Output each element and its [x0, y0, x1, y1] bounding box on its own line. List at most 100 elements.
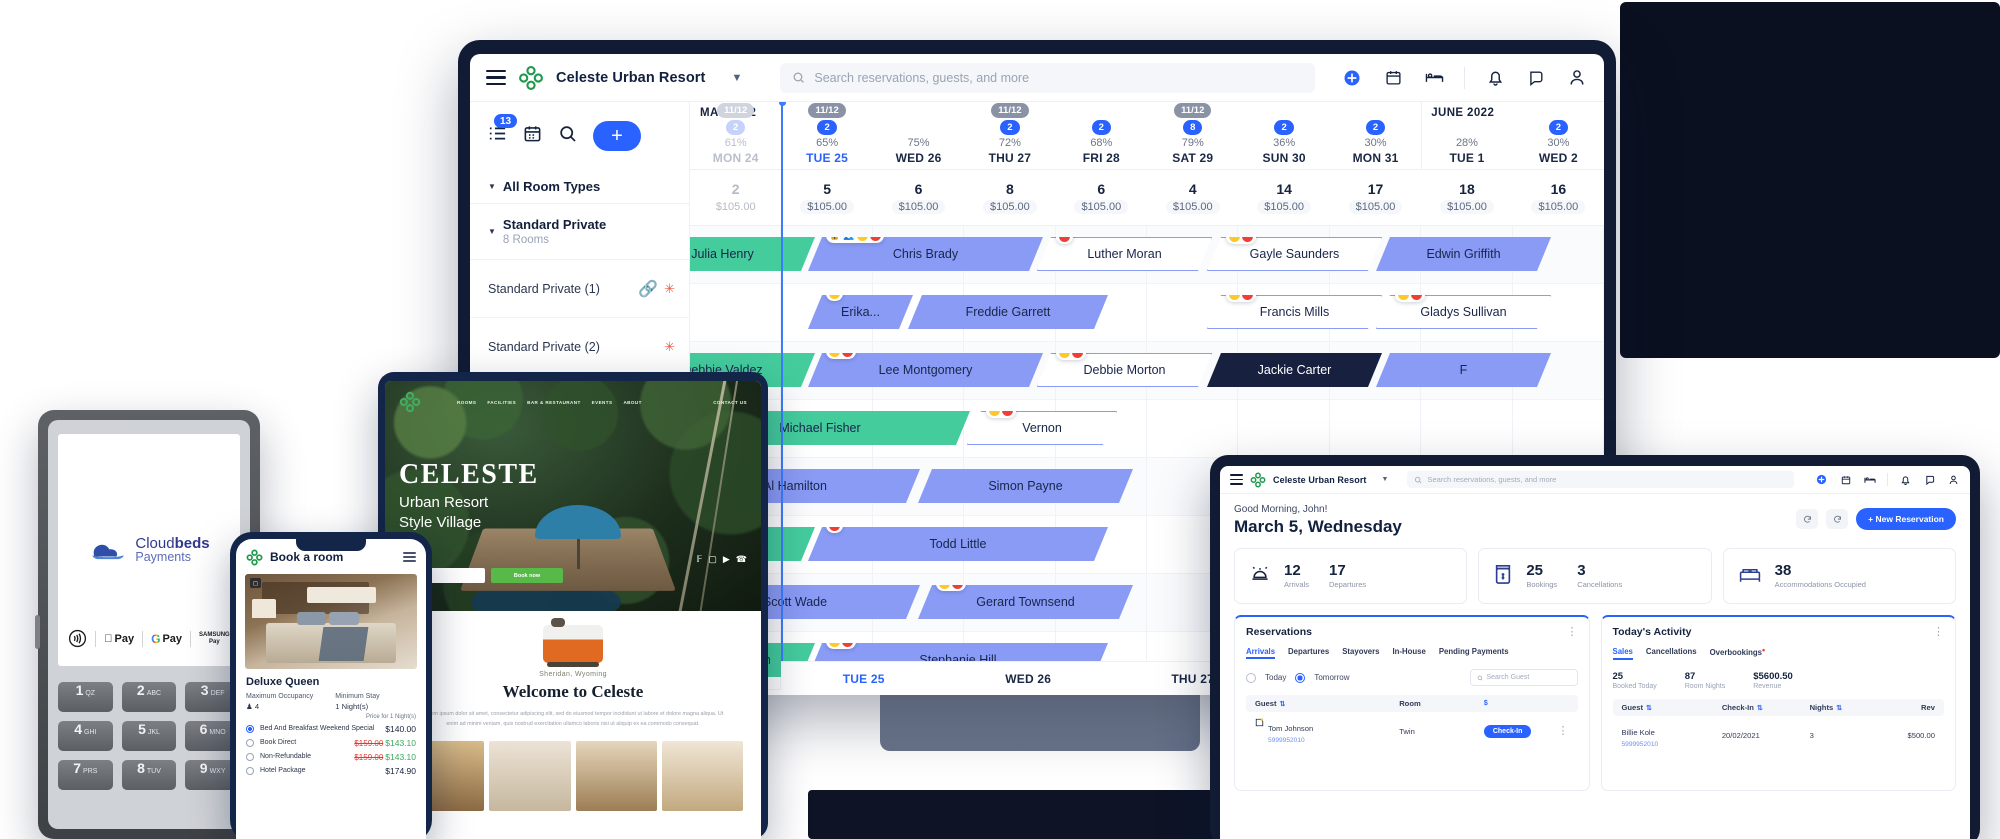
chevron-down-icon[interactable]: ▼	[731, 72, 742, 84]
reservation-bar[interactable]: Debbie Morton	[1037, 353, 1212, 387]
bed-icon[interactable]	[1863, 473, 1876, 486]
stat-card[interactable]: 38 Accommodations Occupied	[1722, 548, 1956, 604]
column-nights[interactable]: Nights ⇅	[1810, 703, 1879, 712]
calendar-icon[interactable]	[1839, 473, 1852, 486]
facebook-icon[interactable]: 𝔽	[696, 554, 702, 565]
availability-cell[interactable]: 2 $105.00	[690, 170, 781, 225]
availability-cell[interactable]: 4 $105.00	[1147, 170, 1238, 225]
date-cell[interactable]: 2 30% WED 2	[1513, 102, 1604, 169]
reservation-bar[interactable]: Jackie Carter	[1207, 353, 1382, 387]
instagram-icon[interactable]: ▢	[708, 554, 717, 565]
column-amount[interactable]: $	[1484, 700, 1569, 707]
sync-icon-button[interactable]	[1826, 509, 1849, 529]
reservation-bar[interactable]: Gayle Saunders	[1207, 237, 1382, 271]
nav-link[interactable]: EVENTS	[592, 400, 613, 405]
date-cell[interactable]: 2 68% FRI 28	[1056, 102, 1147, 169]
user-avatar-icon[interactable]	[1566, 67, 1588, 89]
date-cell[interactable]: 11/12 2 61% MON 24	[690, 102, 781, 169]
reservation-bar[interactable]: Edwin Griffith	[1376, 237, 1551, 271]
tab-in-house[interactable]: In-House	[1393, 647, 1426, 659]
tab-overbookings[interactable]: Overbookings•	[1710, 645, 1766, 660]
stat-card[interactable]: 25 Bookings 3 Cancellations	[1478, 548, 1712, 604]
reservation-bar[interactable]: Todd Little	[808, 527, 1108, 561]
kebab-menu-icon[interactable]: ⋮	[1567, 627, 1578, 638]
bed-icon[interactable]	[1423, 67, 1445, 89]
rate-amount[interactable]: $105.00	[1348, 200, 1403, 214]
date-cell[interactable]: 2 36% SUN 30	[1238, 102, 1329, 169]
reservation-bar[interactable]: Gladys Sullivan	[1376, 295, 1551, 329]
chat-icon[interactable]	[1525, 67, 1547, 89]
availability-cell[interactable]: 8 $105.00	[964, 170, 1055, 225]
date-cell[interactable]: 11/12 8 79% SAT 29	[1147, 102, 1238, 169]
date-cell[interactable]: 11/12 2 72% THU 27	[964, 102, 1055, 169]
list-view-icon[interactable]: 13	[488, 114, 518, 147]
availability-cell[interactable]: 6 $105.00	[873, 170, 964, 225]
footer-date-cell[interactable]: TUE 25	[781, 662, 946, 695]
keypad-key-8[interactable]: 8 TUV	[121, 760, 177, 790]
availability-cell[interactable]: 16 $105.00	[1513, 170, 1604, 225]
column-guest[interactable]: Guest ⇅	[1622, 703, 1722, 712]
keypad-key-7[interactable]: 7 PRS	[58, 760, 113, 790]
menu-icon[interactable]	[1230, 474, 1243, 485]
menu-icon[interactable]	[403, 552, 416, 562]
add-circle-icon[interactable]	[1341, 67, 1363, 89]
footer-date-cell[interactable]: WED 26	[946, 662, 1111, 695]
guest-search-input[interactable]: Search Guest	[1469, 669, 1578, 686]
refresh-icon-button[interactable]	[1796, 509, 1819, 529]
calendar-search-icon[interactable]	[558, 124, 577, 148]
asterisk-icon[interactable]: ✳	[664, 281, 675, 297]
all-room-types-row[interactable]: ▼ All Room Types	[470, 170, 689, 204]
date-cell[interactable]: 11/12 2 65% TUE 25	[781, 102, 872, 169]
tab-stayovers[interactable]: Stayovers	[1342, 647, 1379, 659]
reservation-bar[interactable]: F	[1376, 353, 1551, 387]
rate-amount[interactable]: $105.00	[1074, 200, 1129, 214]
reservation-bar[interactable]: Freddie Garrett	[908, 295, 1108, 329]
whatsapp-icon[interactable]: ☎	[736, 554, 747, 565]
rate-plan-row[interactable]: Hotel Package $174.90	[246, 766, 416, 776]
check-in-button[interactable]: Check-In	[1483, 724, 1532, 738]
room-row[interactable]: Standard Private (1) 🔗 ✳	[470, 260, 689, 318]
availability-cell[interactable]: 17 $105.00	[1330, 170, 1421, 225]
bell-icon[interactable]	[1484, 67, 1506, 89]
reservation-bar[interactable]: Lee Montgomery	[808, 353, 1043, 387]
link-icon[interactable]: 🔗	[625, 279, 658, 299]
kebab-menu-icon[interactable]: ⋮	[1933, 627, 1944, 638]
search-input[interactable]: Search reservations, guests, and more	[780, 62, 1315, 93]
rate-amount[interactable]: $105.00	[709, 200, 763, 214]
date-cell[interactable]: 2 30% MON 31	[1330, 102, 1421, 169]
book-now-button[interactable]: Book now	[491, 568, 563, 583]
reservation-bar[interactable]: 🔒 👥 Chris Brady	[808, 237, 1043, 271]
calendar-icon[interactable]	[1382, 67, 1404, 89]
asterisk-icon[interactable]: ✳	[664, 339, 675, 355]
stat-card[interactable]: 12 Arrivals 17 Departures	[1234, 548, 1468, 604]
chat-icon[interactable]	[1923, 473, 1936, 486]
room-type-row[interactable]: ▼ Standard Private 8 Rooms	[470, 204, 689, 260]
rate-radio[interactable]	[246, 767, 254, 775]
new-reservation-button[interactable]: + New Reservation	[1856, 508, 1956, 530]
rate-plan-row[interactable]: Book Direct $159.00 $143.10	[246, 738, 416, 748]
search-input[interactable]: Search reservations, guests, and more	[1407, 471, 1794, 488]
add-reservation-button[interactable]: +	[593, 121, 641, 151]
date-cell[interactable]: 28% TUE 1	[1421, 102, 1512, 169]
reservation-bar[interactable]: Luther Moran	[1037, 237, 1212, 271]
room-row[interactable]: Standard Private (2) ✳	[470, 318, 689, 376]
calendar-view-icon[interactable]	[523, 124, 542, 148]
rate-amount[interactable]: $105.00	[891, 200, 946, 214]
rate-amount[interactable]: $105.00	[1165, 200, 1220, 214]
rate-radio[interactable]	[246, 753, 254, 761]
nav-link[interactable]: FACILITIES	[487, 400, 516, 405]
rate-amount[interactable]: $105.00	[1531, 200, 1586, 214]
rate-plan-row[interactable]: Non-Refundable $159.00 $143.10	[246, 752, 416, 762]
availability-cell[interactable]: 6 $105.00	[1056, 170, 1147, 225]
rate-amount[interactable]: $105.00	[983, 200, 1037, 214]
celeste-logo-icon[interactable]	[399, 391, 421, 413]
reservation-bar[interactable]: Gerard Townsend	[918, 585, 1133, 619]
terminal-side-button[interactable]	[35, 615, 40, 649]
rate-plan-row[interactable]: Bed And Breakfast Weekend Special $140.00	[246, 724, 416, 734]
reservation-bar[interactable]: Erika...	[808, 295, 913, 329]
contact-link[interactable]: CONTACT US	[713, 400, 747, 405]
radio-tomorrow[interactable]	[1295, 672, 1306, 683]
column-checkin[interactable]: Check-In ⇅	[1722, 703, 1810, 712]
column-rev[interactable]: Rev	[1879, 703, 1935, 712]
rate-radio[interactable]	[246, 725, 254, 733]
